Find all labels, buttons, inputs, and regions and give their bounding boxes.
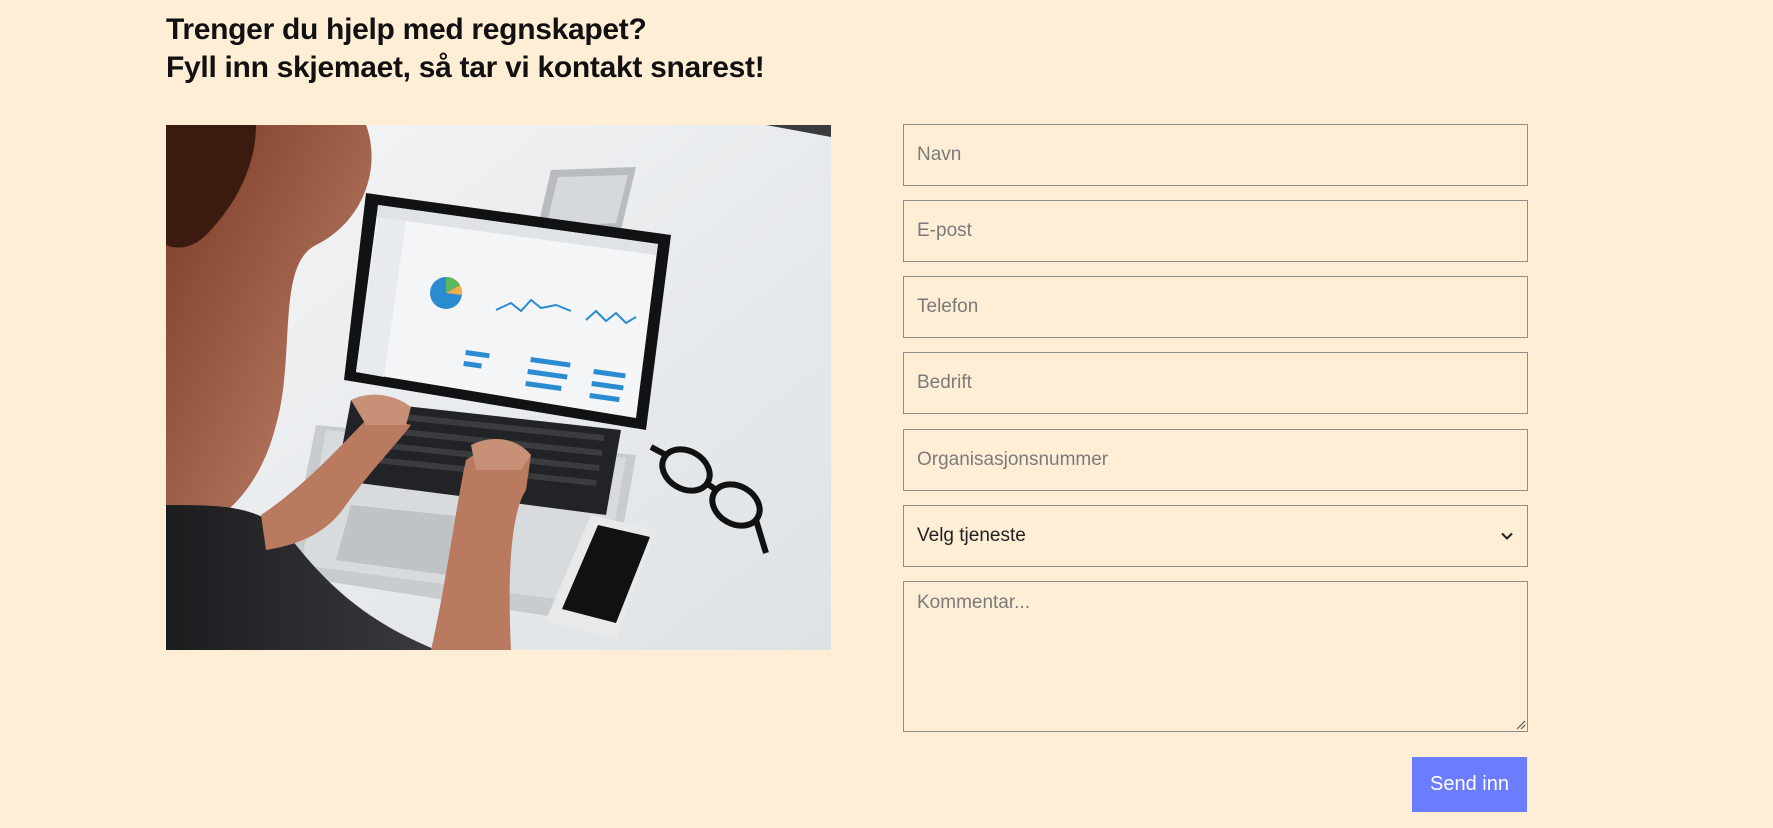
submit-button[interactable]: Send inn: [1412, 757, 1527, 812]
phone-field[interactable]: [903, 276, 1528, 338]
page-title-line-2: Fyll inn skjemaet, så tar vi kontakt sna…: [166, 51, 765, 84]
service-select[interactable]: Velg tjeneste: [903, 505, 1528, 567]
email-field[interactable]: [903, 200, 1528, 262]
chevron-down-icon: [1501, 532, 1513, 540]
laptop-photo-illustration: [166, 125, 831, 650]
company-field[interactable]: [903, 352, 1528, 414]
org-number-field[interactable]: [903, 429, 1528, 491]
comment-textarea[interactable]: [903, 581, 1528, 732]
comment-wrapper: [903, 581, 1528, 732]
service-select-value: Velg tjeneste: [917, 525, 1026, 546]
page-title-line-1: Trenger du hjelp med regnskapet?: [166, 13, 647, 46]
name-field[interactable]: [903, 124, 1528, 186]
laptop-photo: [166, 125, 831, 650]
page-title: Trenger du hjelp med regnskapet? Fyll in…: [166, 11, 765, 87]
resize-handle-icon[interactable]: [1514, 718, 1526, 730]
